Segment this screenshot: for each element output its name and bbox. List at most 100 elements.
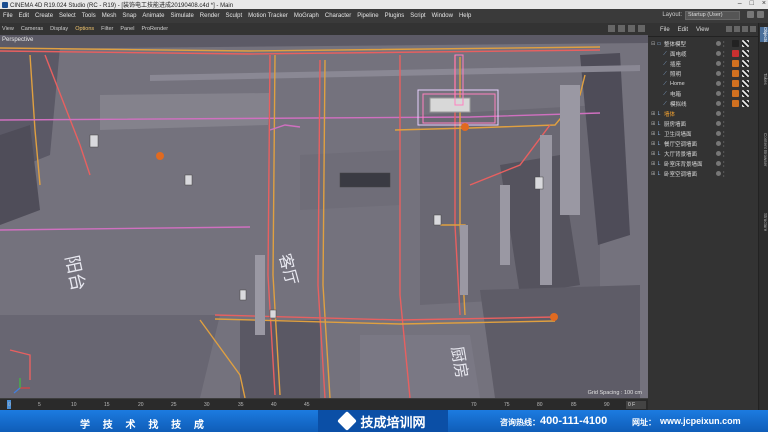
menu-pipeline[interactable]: Pipeline: [357, 13, 378, 19]
layer-color-icon[interactable]: [716, 161, 721, 166]
layer-color-icon[interactable]: [716, 171, 721, 176]
object-row[interactable]: ⟋ Home • •: [648, 79, 758, 89]
object-name[interactable]: 卧室床背景墙面: [664, 160, 720, 168]
rotate-view-icon[interactable]: [618, 25, 625, 32]
material-tag-icon[interactable]: [732, 100, 739, 107]
texture-tag-icon[interactable]: [742, 70, 749, 77]
layer-color-icon[interactable]: [716, 151, 721, 156]
viewport-menu-cameras[interactable]: Cameras: [21, 26, 43, 32]
menu-file[interactable]: File: [3, 13, 13, 19]
visibility-dots-icon[interactable]: • •: [723, 140, 724, 148]
visibility-dots-icon[interactable]: • •: [723, 70, 724, 78]
visibility-dots-icon[interactable]: • •: [723, 130, 724, 138]
menu-help[interactable]: Help: [459, 13, 471, 19]
material-tag-icon[interactable]: [732, 70, 739, 77]
layer-color-icon[interactable]: [716, 121, 721, 126]
om-menu-file[interactable]: File: [660, 27, 670, 33]
material-tag-icon[interactable]: [732, 60, 739, 67]
visibility-dots-icon[interactable]: • •: [723, 60, 724, 68]
object-name[interactable]: 大厅背景墙面: [664, 150, 720, 158]
object-row[interactable]: ⊟ ▭ 整体模型 • •: [648, 39, 758, 49]
viewport-menu-prorender[interactable]: ProRender: [141, 26, 168, 32]
menu-script[interactable]: Script: [410, 13, 425, 19]
object-name[interactable]: 餐厅空调墙面: [664, 140, 720, 148]
om-arrow-icon[interactable]: [726, 26, 732, 32]
viewport-menu-filter[interactable]: Filter: [101, 26, 113, 32]
layer-color-icon[interactable]: [716, 41, 721, 46]
om-menu-edit[interactable]: Edit: [678, 27, 688, 33]
material-tag-icon[interactable]: [732, 40, 739, 47]
visibility-dots-icon[interactable]: • •: [723, 50, 724, 58]
layer-color-icon[interactable]: [716, 91, 721, 96]
camera-label[interactable]: Perspective: [2, 37, 33, 43]
object-row[interactable]: ⟋ 电箱 • •: [648, 89, 758, 99]
object-row[interactable]: ⊞ L 厨房墙面 • •: [648, 119, 758, 129]
side-tab-structure[interactable]: Structure: [760, 213, 768, 231]
viewport-menu-view[interactable]: View: [2, 26, 14, 32]
menu-mesh[interactable]: Mesh: [102, 13, 117, 19]
zoom-view-icon[interactable]: [628, 25, 635, 32]
layout-icon-1[interactable]: [747, 11, 754, 18]
layer-color-icon[interactable]: [716, 61, 721, 66]
visibility-dots-icon[interactable]: • •: [723, 80, 724, 88]
object-name[interactable]: 卧室空调墙面: [664, 170, 720, 178]
visibility-dots-icon[interactable]: • •: [723, 150, 724, 158]
viewport-menu-panel[interactable]: Panel: [120, 26, 134, 32]
texture-tag-icon[interactable]: [742, 60, 749, 67]
object-name[interactable]: 厨房墙面: [664, 120, 720, 128]
texture-tag-icon[interactable]: [742, 90, 749, 97]
move-view-icon[interactable]: [608, 25, 615, 32]
menu-mograph[interactable]: MoGraph: [294, 13, 319, 19]
layer-color-icon[interactable]: [716, 81, 721, 86]
visibility-dots-icon[interactable]: • •: [723, 160, 724, 168]
om-menu-view[interactable]: View: [696, 27, 709, 33]
visibility-dots-icon[interactable]: • •: [723, 90, 724, 98]
object-row[interactable]: ⊞ L 卫生间墙面 • •: [648, 129, 758, 139]
material-tag-icon[interactable]: [732, 90, 739, 97]
object-row[interactable]: ⊞ L 大厅背景墙面 • •: [648, 149, 758, 159]
menu-sculpt[interactable]: Sculpt: [225, 13, 242, 19]
frame-field[interactable]: 0 F: [626, 401, 646, 409]
menu-simulate[interactable]: Simulate: [170, 13, 193, 19]
om-home-icon[interactable]: [742, 26, 748, 32]
object-row[interactable]: ⊞ L 餐厅空调墙面 • •: [648, 139, 758, 149]
texture-tag-icon[interactable]: [742, 100, 749, 107]
texture-tag-icon[interactable]: [742, 40, 749, 47]
layout-dropdown[interactable]: Startup (User): [685, 11, 740, 20]
object-row[interactable]: ⟋ 照明 • •: [648, 69, 758, 79]
object-row[interactable]: ⟋ 模拟线 • •: [648, 99, 758, 109]
object-row[interactable]: ⊞ L 墙体 • •: [648, 109, 758, 119]
menu-snap[interactable]: Snap: [122, 13, 136, 19]
object-row[interactable]: ⟋ 插座 • •: [648, 59, 758, 69]
visibility-dots-icon[interactable]: • •: [723, 120, 724, 128]
menu-animate[interactable]: Animate: [142, 13, 164, 19]
object-name[interactable]: 整体模型: [664, 40, 720, 48]
menu-window[interactable]: Window: [432, 13, 453, 19]
material-tag-icon[interactable]: [732, 50, 739, 57]
menu-motion-tracker[interactable]: Motion Tracker: [248, 13, 288, 19]
layer-color-icon[interactable]: [716, 51, 721, 56]
maximize-button[interactable]: □: [750, 0, 754, 7]
material-tag-icon[interactable]: [732, 80, 739, 87]
perspective-viewport[interactable]: Perspective 阳台 客厅 厨房 Grid Spacing : 100 …: [0, 35, 648, 398]
layout-icon-2[interactable]: [757, 11, 764, 18]
object-name[interactable]: 墙体: [664, 110, 720, 118]
menu-plugins[interactable]: Plugins: [385, 13, 405, 19]
viewport-menu-options[interactable]: Options: [75, 26, 94, 32]
menu-select[interactable]: Select: [59, 13, 76, 19]
minimize-button[interactable]: –: [738, 0, 742, 7]
layer-color-icon[interactable]: [716, 101, 721, 106]
menu-render[interactable]: Render: [200, 13, 220, 19]
layer-color-icon[interactable]: [716, 111, 721, 116]
side-tab-content-browser[interactable]: Content Browser: [760, 133, 768, 167]
visibility-dots-icon[interactable]: • •: [723, 170, 724, 178]
side-tab-takes[interactable]: Takes: [760, 73, 768, 85]
side-tab-objects[interactable]: Objects: [760, 27, 768, 43]
menu-create[interactable]: Create: [35, 13, 53, 19]
close-button[interactable]: ×: [762, 0, 766, 7]
menu-character[interactable]: Character: [325, 13, 351, 19]
visibility-dots-icon[interactable]: • •: [723, 110, 724, 118]
object-row[interactable]: ⟋ 面电缆 • •: [648, 49, 758, 59]
visibility-dots-icon[interactable]: • •: [723, 100, 724, 108]
object-name[interactable]: 卫生间墙面: [664, 130, 720, 138]
